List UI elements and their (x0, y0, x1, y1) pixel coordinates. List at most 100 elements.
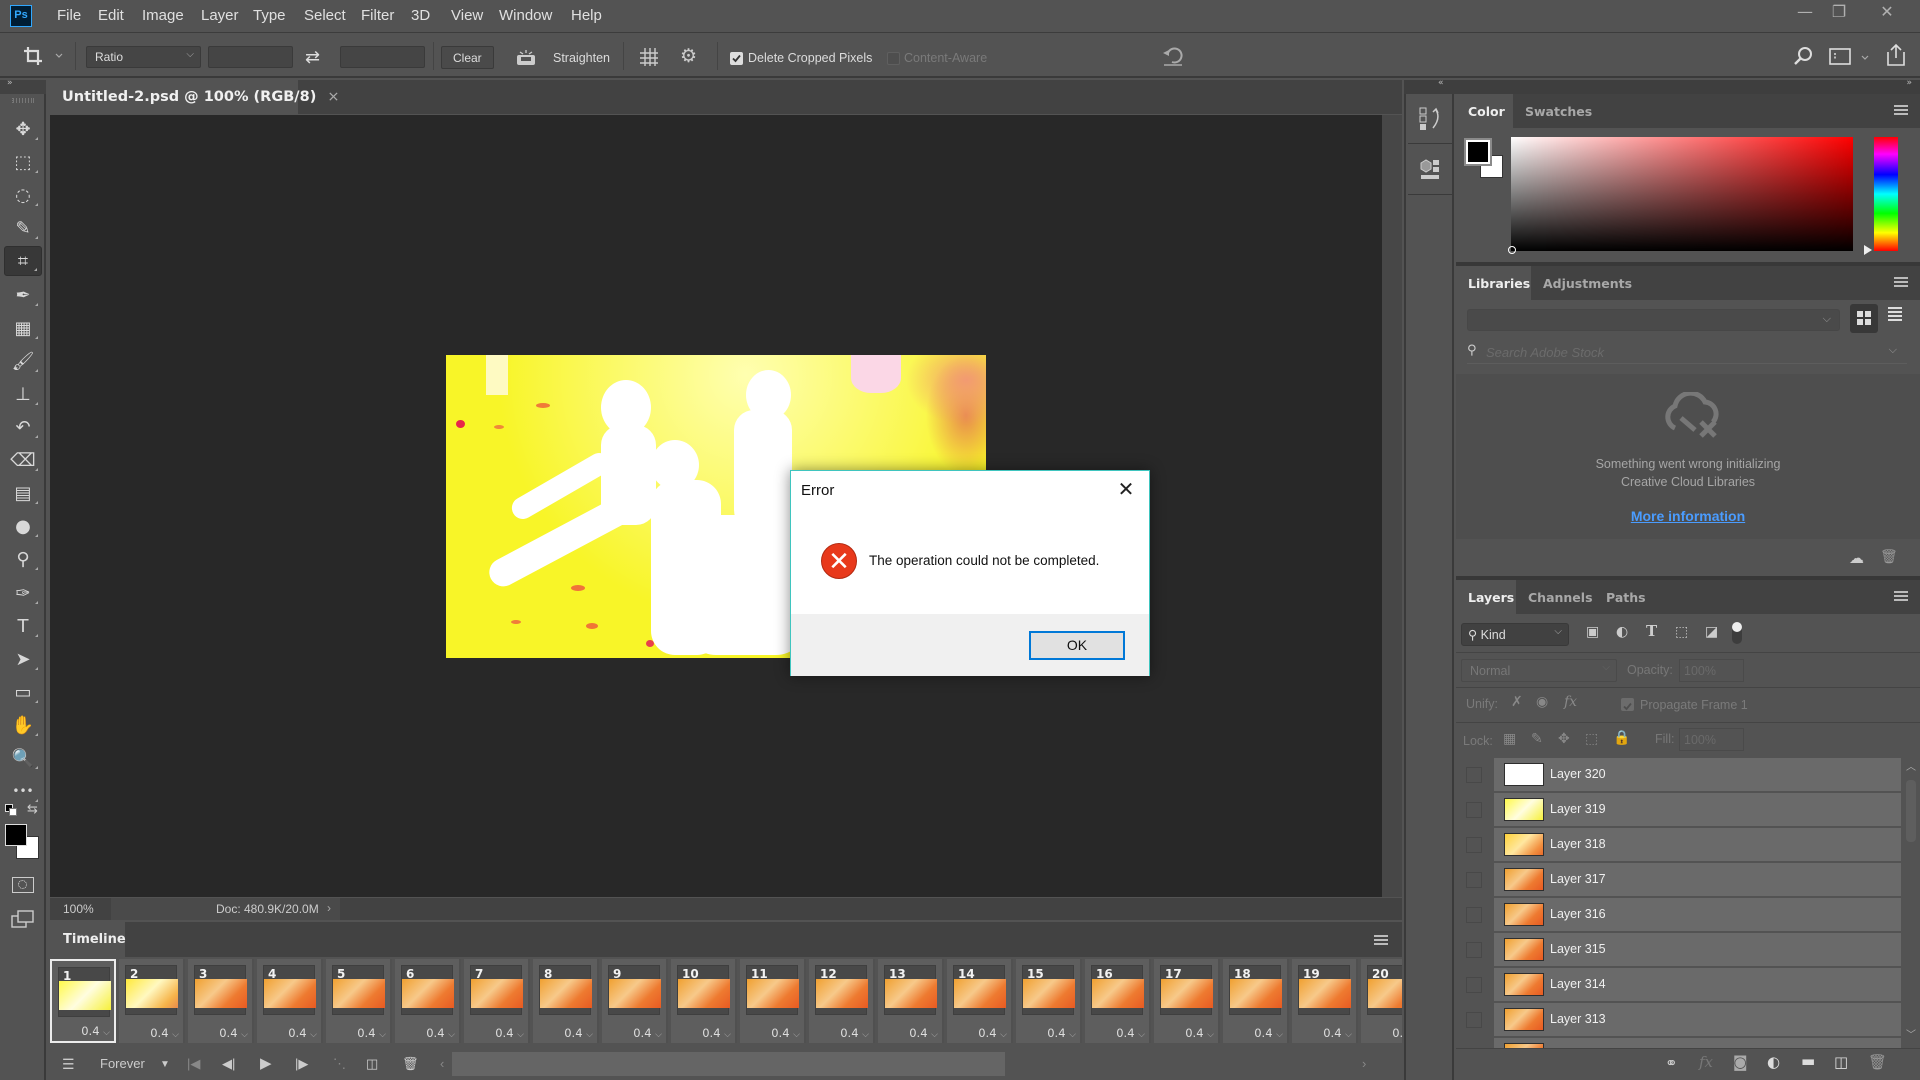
library-select[interactable]: ⌵ (1467, 309, 1840, 331)
frame-delay-select[interactable]: 0.4 ⌵ (771, 1026, 800, 1040)
tween-icon[interactable]: ⋱ (333, 1056, 346, 1072)
frame-delay-select[interactable]: 0.4 ⌵ (495, 1026, 524, 1040)
minimize-button[interactable]: — (1788, 0, 1822, 24)
loop-select[interactable]: Forever (100, 1056, 145, 1071)
frame-delay-select[interactable]: 0.4 ⌵ (150, 1026, 179, 1040)
tool-brush[interactable]: 🖌 (4, 346, 42, 376)
unify-position-icon[interactable]: ✗ (1511, 694, 1523, 710)
ratio-select[interactable]: Ratio ⌵ (86, 46, 201, 68)
dialog-close-button[interactable]: ✕ (1113, 477, 1139, 502)
timeline-frame[interactable]: 3 0.4 ⌵ (188, 959, 254, 1043)
search-icon[interactable] (1792, 45, 1814, 70)
more-information-link[interactable]: More information (1631, 508, 1745, 524)
frame-delay-select[interactable]: 0.4 ⌵ (564, 1026, 593, 1040)
tab-color[interactable]: Color (1456, 94, 1513, 128)
adjustment-layer-icon[interactable]: ◐ (1767, 1053, 1780, 1071)
filter-pixel-icon[interactable]: ▣ (1586, 624, 1599, 640)
timeline-horizontal-scrollbar[interactable] (452, 1052, 1005, 1076)
menu-image[interactable]: Image (142, 7, 184, 24)
frame-delay-select[interactable]: 0.4 ⌵ (702, 1026, 731, 1040)
timeline-frame[interactable]: 16 0.4 ⌵ (1085, 959, 1151, 1043)
layer-visibility-toggle[interactable] (1466, 872, 1482, 888)
frame-delay-select[interactable]: 0.4 ⌵ (219, 1026, 248, 1040)
width-input[interactable] (208, 46, 293, 68)
color-picker-cursor[interactable] (1508, 246, 1516, 254)
layer-row[interactable]: Layer 319 (1456, 793, 1901, 827)
layers-panel-menu-icon[interactable] (1894, 591, 1908, 601)
layer-item[interactable] (1494, 1038, 1901, 1048)
document-tab[interactable]: Untitled-2.psd @ 100% (RGB/8) × (48, 80, 340, 114)
layer-item[interactable]: Layer 318 (1494, 828, 1901, 861)
menu-help[interactable]: Help (571, 7, 602, 24)
timeline-frame[interactable]: 4 0.4 ⌵ (257, 959, 323, 1043)
scroll-down-icon[interactable]: ﹀ (1906, 1026, 1916, 1041)
workspace-icon[interactable] (1829, 47, 1873, 70)
frame-delay-select[interactable]: 0.4 ⌵ (909, 1026, 938, 1040)
tool-blur[interactable]: ● (4, 511, 42, 541)
filter-type-icon[interactable]: T (1646, 622, 1657, 640)
share-icon[interactable] (1884, 42, 1908, 71)
unify-visibility-icon[interactable]: ◉ (1536, 694, 1548, 710)
layer-item[interactable]: Layer 315 (1494, 933, 1901, 966)
layer-row[interactable]: Layer 318 (1456, 828, 1901, 862)
frame-delay-select[interactable]: 0.4 ⌵ (978, 1026, 1007, 1040)
menu-type[interactable]: Type (253, 7, 286, 24)
hue-slider[interactable] (1874, 137, 1898, 251)
lock-transparent-icon[interactable]: ▦ (1503, 731, 1516, 747)
frame-delay-select[interactable]: 0.4 ⌵ (1254, 1026, 1283, 1040)
timeline-frame[interactable]: 6 0.4 ⌵ (395, 959, 461, 1043)
layer-visibility-toggle[interactable] (1466, 837, 1482, 853)
frame-delay-select[interactable]: 0.4 ⌵ (426, 1026, 455, 1040)
layer-row[interactable]: Layer 315 (1456, 933, 1901, 967)
tab-libraries[interactable]: Libraries (1456, 266, 1531, 300)
menu-view[interactable]: View (451, 7, 483, 24)
frame-delay-select[interactable]: 0.4 ⌵ (81, 1024, 110, 1038)
timeline-frame[interactable]: 5 0.4 ⌵ (326, 959, 392, 1043)
frame-delay-select[interactable]: 0.4 ⌵ (357, 1026, 386, 1040)
layer-visibility-toggle[interactable] (1466, 1012, 1482, 1028)
next-frame-icon[interactable]: |▶ (295, 1056, 308, 1072)
layer-visibility-toggle[interactable] (1466, 802, 1482, 818)
link-layers-icon[interactable]: ⚭ (1665, 1054, 1678, 1072)
tool-type[interactable]: T (4, 611, 42, 641)
tool-zoom[interactable]: 🔍 (4, 743, 42, 773)
filter-toggle[interactable] (1732, 622, 1742, 644)
tab-adjustments[interactable]: Adjustments (1531, 266, 1632, 300)
timeline-frame[interactable]: 1 0.4 ⌵ (50, 959, 116, 1043)
grid-view-button[interactable] (1850, 304, 1878, 333)
tool-clone-stamp[interactable]: ⊥ (4, 379, 42, 409)
layer-row[interactable]: Layer 317 (1456, 863, 1901, 897)
layers-scrollbar[interactable]: ︿ ﹀ (1904, 758, 1918, 1048)
timeline-frame[interactable]: 20 0.4 ⌵ (1361, 959, 1402, 1043)
list-view-button[interactable] (1886, 305, 1904, 327)
timeline-frame[interactable]: 13 0.4 ⌵ (878, 959, 944, 1043)
timeline-frame[interactable]: 2 0.4 ⌵ (119, 959, 185, 1043)
history-panel-button[interactable] (1408, 94, 1452, 144)
timeline-frame[interactable]: 19 0.4 ⌵ (1292, 959, 1358, 1043)
double-chevron-left-icon[interactable]: « (1438, 78, 1444, 88)
delete-cropped-checkbox[interactable] (730, 52, 743, 65)
layer-item[interactable]: Layer 314 (1494, 968, 1901, 1001)
menu-file[interactable]: File (57, 7, 81, 24)
filter-smart-object-icon[interactable]: ◪ (1705, 624, 1718, 640)
frame-delay-select[interactable]: 0.4 ⌵ (1047, 1026, 1076, 1040)
unify-style-icon[interactable]: fx (1564, 694, 1577, 710)
scroll-left-icon[interactable]: ‹ (440, 1056, 444, 1071)
tool-history-brush[interactable]: ↶ (4, 412, 42, 442)
tab-layers[interactable]: Layers (1456, 580, 1516, 614)
tool-rectangular-marquee[interactable]: ⬚ (4, 147, 42, 177)
tool-eraser[interactable]: ⌫ (4, 445, 42, 475)
lock-artboard-icon[interactable]: ⬚ (1585, 731, 1598, 747)
add-mask-icon[interactable]: ◙ (1733, 1053, 1748, 1071)
ok-button[interactable]: OK (1029, 631, 1125, 660)
tool-lasso[interactable]: ◌ (4, 180, 42, 210)
gear-icon[interactable]: ⚙ (680, 45, 697, 68)
toolbar-collapse-button[interactable]: » (0, 78, 46, 94)
tool-hand[interactable]: ✋ (4, 710, 42, 740)
hue-slider-handle[interactable] (1864, 245, 1872, 255)
convert-timeline-icon[interactable]: ☰ (62, 1056, 75, 1073)
filter-shape-icon[interactable]: ⬚ (1675, 624, 1688, 640)
fx-icon[interactable]: fx (1699, 1053, 1713, 1071)
canvas-vertical-scrollbar[interactable] (1382, 115, 1402, 897)
tab-channels[interactable]: Channels (1516, 580, 1594, 614)
